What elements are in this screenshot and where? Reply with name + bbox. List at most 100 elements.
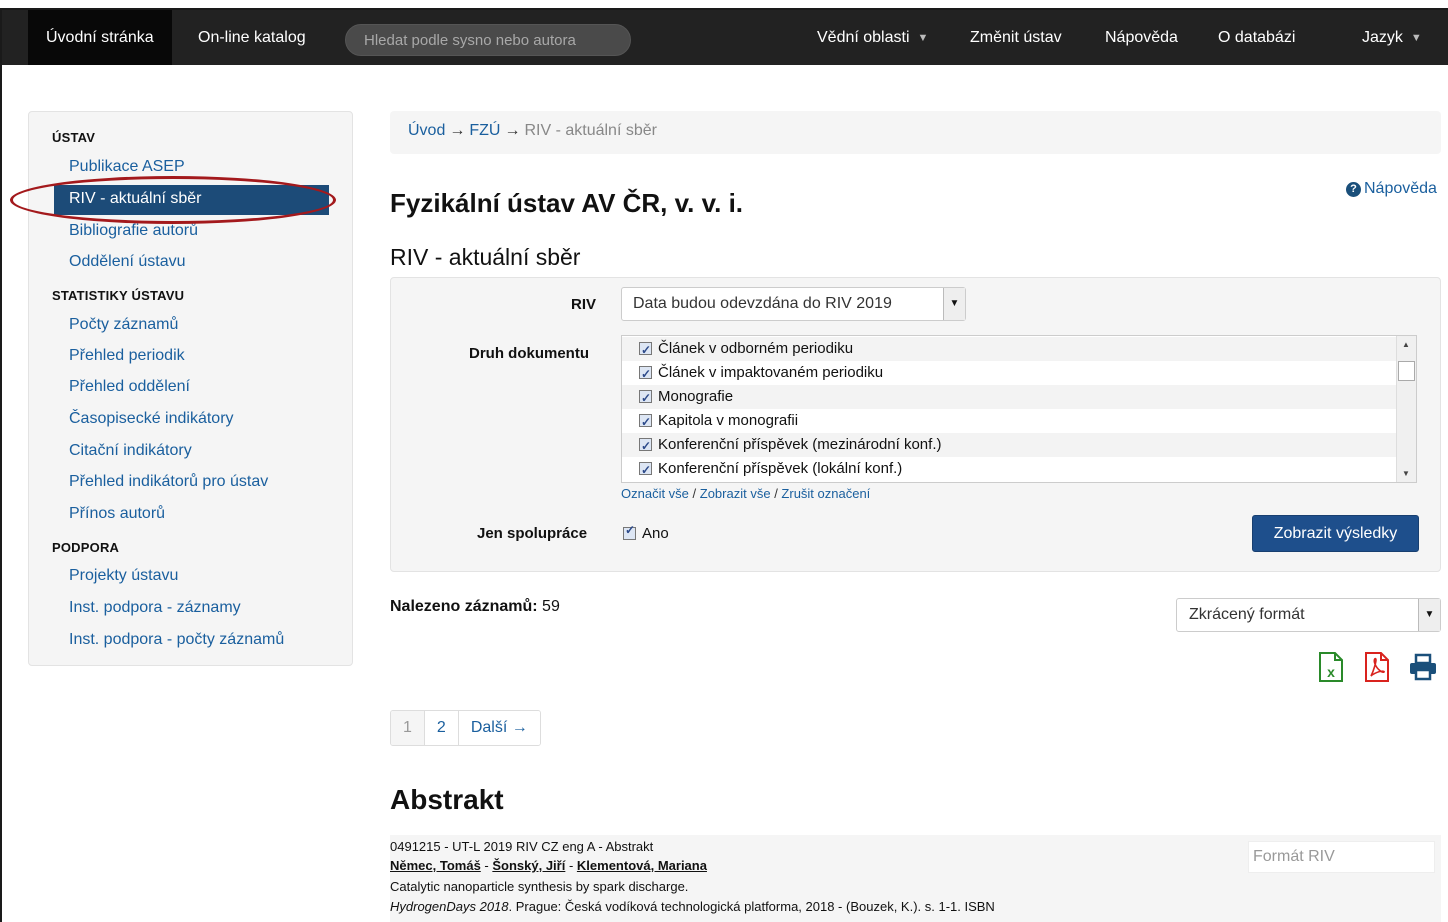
cooperation-checkbox-group[interactable]: Ano bbox=[623, 523, 669, 542]
results-count: Nalezeno záznamů: 59 bbox=[390, 598, 560, 616]
breadcrumb-institute[interactable]: FZÚ bbox=[469, 122, 500, 139]
doc-type-label: Druh dokumentu bbox=[469, 345, 589, 362]
top-navbar: Úvodní stránka On-line katalog Vědní obl… bbox=[2, 10, 1448, 65]
pdf-export-icon[interactable] bbox=[1364, 652, 1390, 682]
results-count-label: Nalezeno záznamů: bbox=[390, 598, 538, 615]
caret-down-icon: ▼ bbox=[1410, 32, 1422, 44]
format-select[interactable]: Zkrácený formát ▼ bbox=[1176, 598, 1441, 632]
sidebar-item-inst-pocty[interactable]: Inst. podpora - počty záznamů bbox=[69, 631, 284, 649]
filter-panel: RIV Data budou odevzdána do RIV 2019 ▼ D… bbox=[390, 277, 1441, 572]
sidebar-header-statistiky: STATISTIKY ÚSTAVU bbox=[52, 288, 185, 303]
sidebar-item-oddeleni[interactable]: Oddělení ústavu bbox=[69, 253, 186, 271]
sidebar-item-prinos[interactable]: Přínos autorů bbox=[69, 505, 165, 523]
breadcrumb-separator: → bbox=[449, 122, 466, 139]
checkbox[interactable] bbox=[639, 338, 652, 362]
scroll-up-icon[interactable]: ▲ bbox=[1402, 340, 1410, 349]
sidebar-item-projekty[interactable]: Projekty ústavu bbox=[69, 567, 178, 585]
record-source-name: HydrogenDays 2018 bbox=[390, 899, 509, 914]
author-link[interactable]: Němec, Tomáš bbox=[390, 858, 481, 873]
doc-type-list[interactable]: Článek v odborném periodiku Článek v imp… bbox=[621, 335, 1417, 483]
help-circle-icon: ? bbox=[1346, 182, 1361, 197]
list-scrollbar[interactable]: ▲ ▼ bbox=[1396, 336, 1416, 482]
sidebar-header-podpora: PODPORA bbox=[52, 540, 120, 555]
sidebar-item-bibliografie[interactable]: Bibliografie autorů bbox=[69, 222, 198, 240]
sidebar-item-casopisecke[interactable]: Časopisecké indikátory bbox=[69, 410, 234, 428]
author-link[interactable]: Šonský, Jiří bbox=[492, 858, 565, 873]
show-all-link[interactable]: Zobrazit vše bbox=[700, 486, 771, 501]
sidebar-item-label: RIV - aktuální sběr bbox=[69, 190, 202, 207]
cooperation-label: Jen spolupráce bbox=[477, 525, 588, 542]
doc-type-item[interactable]: Monografie bbox=[622, 385, 1397, 410]
select-all-link[interactable]: Označit vše bbox=[621, 486, 689, 501]
doc-type-label: Konferenční příspěvek (lokální konf.) bbox=[658, 460, 903, 477]
results-count-value: 59 bbox=[542, 598, 560, 615]
dropdown-arrow-icon[interactable]: ▼ bbox=[943, 288, 965, 320]
checkbox[interactable] bbox=[639, 362, 652, 386]
sidebar-item-indikatory[interactable]: Přehled indikátorů pro ústav bbox=[69, 473, 268, 491]
record-item: 0491215 - UT-L 2019 RIV CZ eng A - Abstr… bbox=[390, 835, 1441, 922]
scroll-down-icon[interactable]: ▼ bbox=[1402, 469, 1410, 478]
record-authors: Němec, Tomáš - Šonský, Jiří - Klementová… bbox=[390, 858, 707, 873]
page-1[interactable]: 1 bbox=[391, 711, 425, 745]
doc-type-label: Konferenční příspěvek (mezinárodní konf.… bbox=[658, 436, 942, 453]
scroll-thumb[interactable] bbox=[1398, 361, 1415, 381]
doc-type-label: Monografie bbox=[658, 388, 734, 405]
breadcrumb: Úvod → FZÚ → RIV - aktuální sběr bbox=[390, 111, 1441, 154]
doc-type-item[interactable]: Konferenční příspěvek (mezinárodní konf.… bbox=[622, 433, 1397, 458]
sidebar-item-periodika[interactable]: Přehled periodik bbox=[69, 347, 185, 365]
excel-export-icon[interactable]: x bbox=[1318, 652, 1344, 682]
sidebar-item-citacni[interactable]: Citační indikátory bbox=[69, 442, 192, 460]
search-input[interactable] bbox=[345, 24, 631, 56]
nav-home[interactable]: Úvodní stránka bbox=[28, 10, 172, 65]
doc-type-item[interactable]: Kapitola v monografii bbox=[622, 409, 1397, 434]
cooperation-checkbox[interactable] bbox=[623, 523, 636, 540]
record-title: Catalytic nanoparticle synthesis by spar… bbox=[390, 879, 689, 894]
caret-down-icon: ▼ bbox=[917, 32, 929, 44]
dropdown-arrow-icon[interactable]: ▼ bbox=[1418, 599, 1440, 631]
sidebar-item-prehled-oddeleni[interactable]: Přehled oddělení bbox=[69, 378, 190, 396]
nav-change-institute[interactable]: Změnit ústav bbox=[970, 10, 1062, 65]
print-icon[interactable] bbox=[1409, 652, 1437, 682]
sidebar-item-inst-zaznamy[interactable]: Inst. podpora - záznamy bbox=[69, 599, 241, 617]
riv-label: RIV bbox=[571, 296, 597, 313]
nav-language-label: Jazyk bbox=[1362, 29, 1403, 46]
breadcrumb-separator: → bbox=[504, 122, 521, 139]
record-id-line: 0491215 - UT-L 2019 RIV CZ eng A - Abstr… bbox=[390, 839, 654, 854]
format-select-value: Zkrácený formát bbox=[1189, 606, 1305, 623]
breadcrumb-home[interactable]: Úvod bbox=[408, 122, 445, 139]
show-results-button[interactable]: Zobrazit výsledky bbox=[1252, 515, 1419, 552]
nav-catalog[interactable]: On-line katalog bbox=[198, 10, 306, 65]
doc-type-item[interactable]: Článek v impaktovaném periodiku bbox=[622, 361, 1397, 386]
nav-fields-label: Vědní oblasti bbox=[817, 29, 910, 46]
nav-help[interactable]: Nápověda bbox=[1105, 10, 1178, 65]
page-2[interactable]: 2 bbox=[424, 711, 459, 745]
help-link-label: Nápověda bbox=[1364, 180, 1437, 197]
doc-type-item[interactable]: Konferenční příspěvek (lokální konf.) bbox=[622, 457, 1397, 482]
riv-select-value: Data budou odevzdána do RIV 2019 bbox=[633, 295, 892, 312]
checkbox[interactable] bbox=[639, 434, 652, 458]
doc-type-label: Kapitola v monografii bbox=[658, 412, 799, 429]
svg-text:x: x bbox=[1327, 664, 1335, 680]
breadcrumb-current: RIV - aktuální sběr bbox=[524, 122, 657, 139]
sidebar-item-pocty[interactable]: Počty záznamů bbox=[69, 316, 178, 334]
doc-type-label: Článek v odborném periodiku bbox=[658, 340, 854, 357]
nav-language-dropdown[interactable]: Jazyk ▼ bbox=[1362, 10, 1422, 65]
pagination: 1 2 Další → bbox=[390, 710, 541, 746]
clear-selection-link[interactable]: Zrušit označení bbox=[781, 486, 870, 501]
sidebar-item-publikace[interactable]: Publikace ASEP bbox=[69, 158, 185, 176]
page-title: Fyzikální ústav AV ČR, v. v. i. bbox=[390, 188, 744, 218]
doc-type-label: Článek v impaktovaném periodiku bbox=[658, 364, 884, 381]
page-next[interactable]: Další → bbox=[458, 711, 540, 745]
help-link[interactable]: ? Nápověda bbox=[1346, 180, 1437, 198]
riv-select[interactable]: Data budou odevzdána do RIV 2019 ▼ bbox=[621, 287, 966, 321]
author-link[interactable]: Klementová, Mariana bbox=[577, 858, 707, 873]
nav-about[interactable]: O databázi bbox=[1218, 10, 1295, 65]
record-source: HydrogenDays 2018. Prague: Česká vodíkov… bbox=[390, 899, 995, 914]
checkbox[interactable] bbox=[639, 410, 652, 434]
checkbox[interactable] bbox=[639, 458, 652, 482]
nav-fields-dropdown[interactable]: Vědní oblasti ▼ bbox=[817, 10, 928, 65]
sidebar-item-riv-active[interactable]: RIV - aktuální sběr bbox=[54, 185, 329, 215]
doc-type-item[interactable]: Článek v odborném periodiku bbox=[622, 337, 1397, 362]
format-riv-button[interactable]: Formát RIV bbox=[1248, 841, 1435, 873]
checkbox[interactable] bbox=[639, 386, 652, 410]
